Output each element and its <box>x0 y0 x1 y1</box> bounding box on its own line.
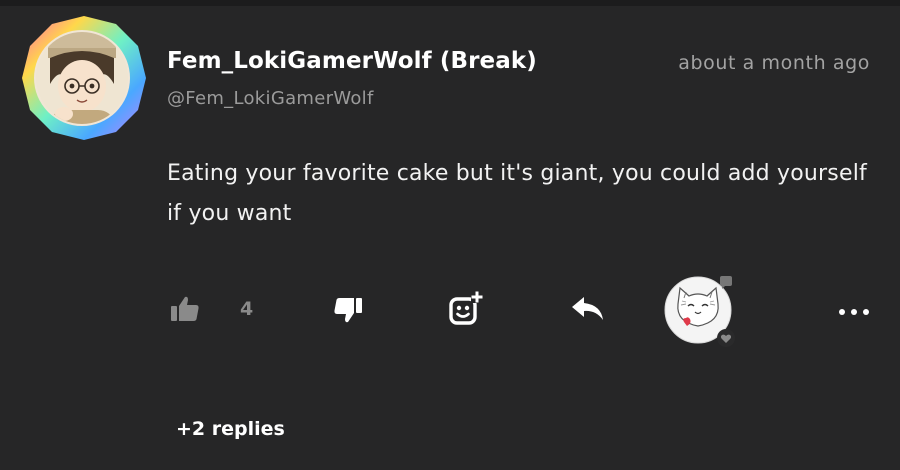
thumbs-up-icon <box>170 295 200 327</box>
view-replies-link[interactable]: +2 replies <box>176 418 285 440</box>
like-count: 4 <box>240 298 254 320</box>
more-options-button[interactable] <box>834 298 874 322</box>
reply-arrow-icon <box>570 293 606 327</box>
author-handle[interactable]: @Fem_LokiGamerWolf <box>167 88 374 109</box>
author-avatar[interactable] <box>20 14 148 142</box>
more-options-icon <box>837 301 871 320</box>
thumbs-down-icon <box>333 296 363 328</box>
add-sticker-icon <box>447 289 487 333</box>
reactor-avatar[interactable] <box>664 274 740 348</box>
reply-button[interactable] <box>568 292 608 328</box>
dislike-button[interactable] <box>330 294 366 330</box>
post-body-text: Eating your favorite cake but it's giant… <box>167 161 867 226</box>
top-divider <box>0 0 900 6</box>
author-display-name[interactable]: Fem_LokiGamerWolf (Break) <box>167 48 537 74</box>
add-sticker-button[interactable] <box>446 290 488 332</box>
post-timestamp: about a month ago <box>678 52 870 74</box>
like-button[interactable] <box>168 294 202 328</box>
